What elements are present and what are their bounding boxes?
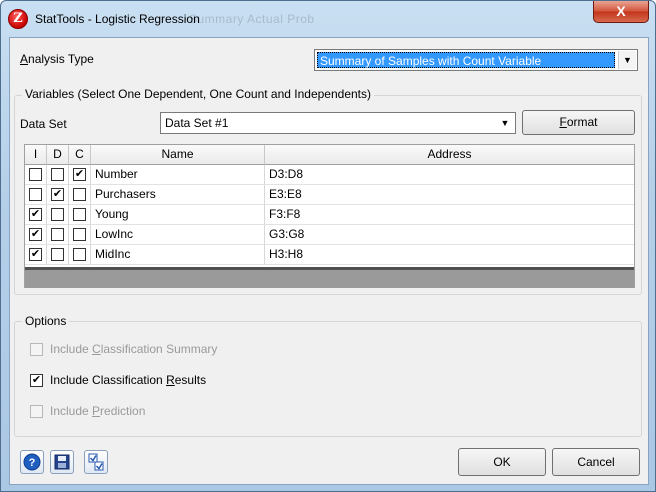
count-checkbox[interactable] <box>73 228 86 241</box>
help-button[interactable]: ? <box>20 450 44 474</box>
variable-name-cell: Young <box>91 205 265 225</box>
independent-checkbox[interactable]: ✔ <box>29 208 42 221</box>
variable-name-cell: Purchasers <box>91 185 265 205</box>
floppy-disk-icon <box>54 454 70 470</box>
variable-address-cell: F3:F8 <box>265 205 634 225</box>
count-checkbox[interactable] <box>73 208 86 221</box>
count-checkbox[interactable] <box>73 188 86 201</box>
data-set-value: Data Set #1 <box>165 116 229 130</box>
variable-address-cell: G3:G8 <box>265 225 634 245</box>
ok-button[interactable]: OK <box>458 448 546 476</box>
format-button[interactable]: Format <box>522 110 635 135</box>
variable-name-cell: Number <box>91 165 265 185</box>
independent-checkbox[interactable]: ✔ <box>29 228 42 241</box>
analysis-type-label: Analysis Type <box>20 52 94 66</box>
column-header-name[interactable]: Name <box>91 145 265 165</box>
count-checkbox[interactable] <box>73 248 86 261</box>
independent-checkbox[interactable] <box>29 188 42 201</box>
window-title: StatTools - Logistic Regression <box>35 12 200 26</box>
stattools-app-icon: Z <box>8 9 28 29</box>
close-icon[interactable]: X <box>593 1 649 23</box>
column-header-count[interactable]: C <box>69 145 91 165</box>
title-bar[interactable]: Z StatTools - Logistic Regression Summar… <box>1 1 655 37</box>
checklist-icon <box>88 453 104 471</box>
dependent-checkbox[interactable] <box>51 248 64 261</box>
dependent-checkbox[interactable]: ✔ <box>51 188 64 201</box>
independent-checkbox[interactable]: ✔ <box>29 248 42 261</box>
data-set-label: Data Set <box>20 117 67 131</box>
dependent-checkbox[interactable] <box>51 168 64 181</box>
dependent-checkbox[interactable] <box>51 208 64 221</box>
background-window-title: Summary Actual Prob <box>189 12 315 26</box>
chevron-down-icon[interactable]: ▼ <box>618 51 636 69</box>
variable-address-cell: E3:E8 <box>265 185 634 205</box>
include-classification-results-label: Include Classification Results <box>50 373 207 387</box>
variable-address-cell: H3:H8 <box>265 245 634 265</box>
cancel-button[interactable]: Cancel <box>552 448 640 476</box>
include-prediction-label: Include Prediction <box>50 404 146 418</box>
include-classification-summary-checkbox[interactable] <box>30 343 43 356</box>
variable-name-cell: MidInc <box>91 245 265 265</box>
column-header-dependent[interactable]: D <box>47 145 69 165</box>
include-classification-results-checkbox[interactable]: ✔ <box>30 374 43 387</box>
data-set-select[interactable]: Data Set #1 ▼ <box>160 112 516 134</box>
variable-name-cell: LowInc <box>91 225 265 245</box>
independent-checkbox[interactable] <box>29 168 42 181</box>
count-checkbox[interactable]: ✔ <box>73 168 86 181</box>
dependent-checkbox[interactable] <box>51 228 64 241</box>
include-classification-summary-label: Include Classification Summary <box>50 342 218 356</box>
options-group-title: Options <box>22 314 70 328</box>
svg-text:?: ? <box>29 457 36 469</box>
save-settings-button[interactable] <box>50 450 74 474</box>
dialog-window: Z StatTools - Logistic Regression Summar… <box>0 0 656 492</box>
column-header-address[interactable]: Address <box>265 145 634 165</box>
analysis-type-select[interactable]: Summary of Samples with Count Variable ▼ <box>314 49 638 71</box>
include-prediction-checkbox[interactable] <box>30 405 43 418</box>
help-icon: ? <box>23 453 41 471</box>
chevron-down-icon[interactable]: ▼ <box>496 114 514 132</box>
analysis-type-selected-value: Summary of Samples with Count Variable <box>317 52 615 68</box>
variable-address-cell: D3:D8 <box>265 165 634 185</box>
table-empty-area[interactable] <box>25 270 634 288</box>
variables-group-title: Variables (Select One Dependent, One Cou… <box>22 87 375 101</box>
dialog-body: Analysis Type Summary of Samples with Co… <box>9 37 649 485</box>
variables-table: I D C Name Address ✔ Number D3:D8 ✔ Purc… <box>24 144 635 288</box>
load-settings-button[interactable] <box>84 450 108 474</box>
column-header-independent[interactable]: I <box>25 145 47 165</box>
